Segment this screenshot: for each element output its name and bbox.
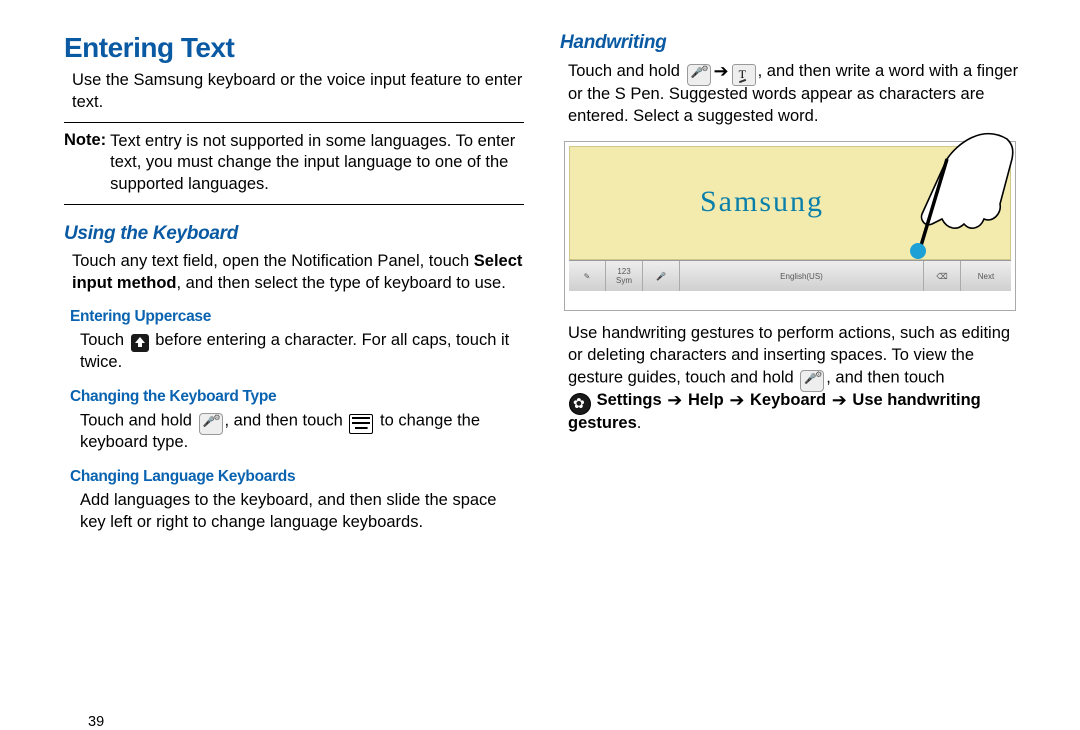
divider-top <box>64 122 524 123</box>
bold-help: Help <box>688 391 724 409</box>
handwriting-mode-icon <box>732 64 756 86</box>
keyboard-pre: Touch any text field, open the Notificat… <box>72 252 474 270</box>
hw-body: Touch and hold ➔, and then write a word … <box>568 60 1020 127</box>
upper-a: Touch <box>80 331 129 349</box>
arrow-icon-4: ➔ <box>832 390 847 410</box>
bold-settings: Settings <box>597 391 662 409</box>
h2-handwriting: Handwriting <box>560 32 1020 54</box>
arrow-icon-3: ➔ <box>729 390 744 410</box>
mic-gear-icon <box>199 413 223 435</box>
left-column: Entering Text Use the Samsung keyboard o… <box>64 32 550 720</box>
h2-using-keyboard: Using the Keyboard <box>64 223 524 245</box>
note-block: Note: Text entry is not supported in som… <box>64 131 524 196</box>
arrow-icon-1: ➔ <box>714 61 729 81</box>
keybar-mic: 🎤 <box>643 261 680 291</box>
handwritten-word: Samsung <box>700 185 824 219</box>
shift-icon <box>131 334 149 352</box>
gestures-body: Use handwriting gestures to perform acti… <box>568 323 1020 434</box>
divider-bottom <box>64 204 524 205</box>
kbtype-body: Touch and hold , and then touch to chang… <box>80 410 524 454</box>
kbtype-a: Touch and hold <box>80 411 197 429</box>
keybar-pen: ✎ <box>569 261 606 291</box>
handwriting-illustration: Samsung ✎ 123Sym 🎤 English(US) ⌫ Next <box>564 141 1016 311</box>
uppercase-body: Touch before entering a character. For a… <box>80 330 524 374</box>
right-column: Handwriting Touch and hold ➔, and then w… <box>550 32 1040 720</box>
intro-text: Use the Samsung keyboard or the voice in… <box>72 70 524 114</box>
h3-lang: Changing Language Keyboards <box>70 468 524 486</box>
h1-entering-text: Entering Text <box>64 32 524 64</box>
keyboard-body: Touch any text field, open the Notificat… <box>72 251 524 295</box>
bold-keyboard: Keyboard <box>750 391 826 409</box>
keybar-sym: 123Sym <box>606 261 643 291</box>
note-label: Note: <box>64 131 106 150</box>
keyboard-icon <box>349 414 373 434</box>
lang-body: Add languages to the keyboard, and then … <box>80 490 524 534</box>
note-text: Text entry is not supported in some lang… <box>110 131 524 196</box>
hand-pen-icon <box>852 119 1022 269</box>
kbtype-b: , and then touch <box>225 411 348 429</box>
h3-kbtype: Changing the Keyboard Type <box>70 388 524 406</box>
gestures-end: . <box>637 414 642 432</box>
gestures-b: , and then touch <box>826 368 944 386</box>
page-number: 39 <box>88 714 104 730</box>
writing-area: Samsung <box>569 146 1011 260</box>
gear-icon <box>570 394 590 414</box>
mic-gear-icon-2 <box>687 64 711 86</box>
manual-page: Entering Text Use the Samsung keyboard o… <box>0 0 1080 720</box>
keyboard-post: , and then select the type of keyboard t… <box>176 274 505 292</box>
h3-uppercase: Entering Uppercase <box>70 308 524 326</box>
hw-a: Touch and hold <box>568 62 685 80</box>
mic-gear-icon-3 <box>800 370 824 392</box>
arrow-icon-2: ➔ <box>667 390 682 410</box>
